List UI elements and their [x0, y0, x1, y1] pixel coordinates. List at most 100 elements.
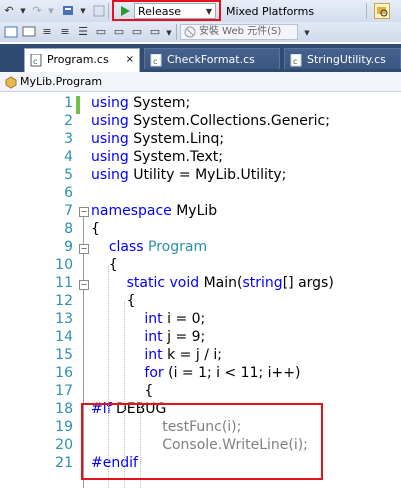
code-token: using — [91, 149, 129, 165]
line-number: 20 — [55, 437, 73, 453]
code-line[interactable]: namespace MyLib — [91, 203, 217, 219]
tab-checkformat-cs[interactable]: c CheckFormat.cs — [144, 48, 280, 69]
code-token: using — [91, 113, 129, 129]
collapse-method-icon[interactable]: − — [79, 280, 89, 290]
bookmark-clear-icon[interactable]: ▭ — [130, 25, 144, 39]
toolbar-overflow-icon[interactable]: ▼ — [300, 26, 314, 40]
install-web-components-label: 安裝 Web 元件(S) — [199, 26, 282, 37]
tab-label: CheckFormat.cs — [167, 53, 255, 66]
line-number: 1 — [64, 95, 73, 111]
platform-value: Mixed Platforms — [226, 5, 315, 18]
changed-line-marker — [76, 96, 80, 114]
svg-text:c: c — [33, 57, 37, 66]
code-line[interactable]: using System.Text; — [91, 149, 223, 165]
tab-program-cs[interactable]: c Program.cs × — [24, 48, 140, 72]
code-token: [] args) — [282, 275, 334, 291]
line-number: 8 — [64, 221, 73, 237]
line-number: 5 — [64, 167, 73, 183]
code-line[interactable]: using System.Collections.Generic; — [91, 113, 330, 129]
code-line[interactable]: static void Main(string[] args) — [91, 275, 334, 291]
outdent-icon[interactable]: ≡ — [58, 25, 72, 39]
line-number: 3 — [64, 131, 73, 147]
code-line[interactable]: { — [91, 293, 136, 309]
code-line[interactable]: int k = j / i; — [91, 347, 222, 363]
svg-text:c: c — [153, 57, 157, 66]
csharp-file-icon: c — [30, 53, 43, 67]
code-line[interactable]: { — [91, 257, 118, 273]
find-in-files-icon[interactable] — [374, 3, 390, 19]
code-token: using — [91, 131, 129, 147]
code-token: k = j / i; — [162, 347, 222, 363]
line-number: 4 — [64, 149, 73, 165]
line-number: 12 — [55, 293, 73, 309]
code-token: namespace — [91, 203, 172, 219]
code-token: { — [91, 293, 136, 309]
bookmark-icon[interactable] — [92, 4, 106, 18]
code-token: int — [144, 347, 163, 363]
indent-icon[interactable]: ≡ — [40, 25, 54, 39]
code-line[interactable]: using Utility = MyLib.Utility; — [91, 167, 286, 183]
code-token: System; — [128, 95, 191, 111]
csharp-file-icon: c — [150, 53, 163, 67]
code-token: int — [144, 329, 163, 345]
window-icon[interactable] — [4, 25, 18, 39]
code-editor[interactable]: 1 using System; 2 using System.Collections.… — [0, 92, 401, 488]
line-number: 2 — [64, 113, 73, 129]
code-token: (i = 1; i < 11; i++) — [163, 365, 301, 381]
toolbar-options-icon[interactable]: ▼ — [162, 26, 176, 40]
line-number: 14 — [55, 329, 73, 345]
code-line[interactable]: { — [91, 221, 100, 237]
code-line[interactable]: using System; — [91, 95, 190, 111]
code-line[interactable]: class Program — [91, 239, 207, 255]
redo-icon[interactable]: ↷ — [30, 4, 44, 18]
tab-label: Program.cs — [47, 53, 109, 66]
code-token: i = 0; — [162, 311, 206, 327]
list-icon[interactable]: ☰ — [76, 25, 90, 39]
solution-platform-select[interactable]: Mixed Platforms — [222, 3, 360, 19]
toolbar-separator — [108, 3, 109, 19]
line-number: 19 — [55, 419, 73, 435]
bookmark-prev-icon[interactable]: ▭ — [112, 25, 126, 39]
line-number: 13 — [55, 311, 73, 327]
navigate-icon[interactable] — [62, 4, 76, 18]
code-token: Program — [148, 239, 208, 255]
line-number: 18 — [55, 401, 73, 417]
close-tab-icon[interactable]: × — [126, 49, 134, 70]
code-token: Utility = MyLib.Utility; — [128, 167, 287, 183]
code-token: MyLib — [171, 203, 218, 219]
collapse-class-icon[interactable]: − — [79, 244, 89, 254]
tab-stringutility-cs[interactable]: c StringUtility.cs — [284, 48, 401, 69]
stop-icon — [184, 26, 196, 43]
collapse-namespace-icon[interactable]: − — [79, 207, 89, 217]
code-token: j = 9; — [162, 329, 206, 345]
code-token: System.Text; — [128, 149, 223, 165]
redo-dropdown-icon[interactable]: ▼ — [44, 4, 58, 18]
bookmark-list-icon[interactable]: ▭ — [148, 25, 162, 39]
line-number: 17 — [55, 383, 73, 399]
code-token: using — [91, 95, 129, 111]
undo-icon[interactable]: ↶ — [2, 4, 16, 18]
code-line[interactable]: for (i = 1; i < 11; i++) — [91, 365, 300, 381]
navigate-dropdown-icon[interactable]: ▼ — [76, 4, 90, 18]
line-number: 21 — [55, 455, 73, 471]
bookmark-next-icon[interactable]: ▭ — [94, 25, 108, 39]
highlight-box — [81, 403, 323, 480]
type-navigation-bar[interactable]: MyLib.Program — [0, 72, 401, 92]
code-line[interactable]: using System.Linq; — [91, 131, 224, 147]
install-web-components-button[interactable]: 安裝 Web 元件(S) — [180, 24, 298, 40]
line-number: 11 — [55, 275, 73, 291]
code-token: System.Linq; — [128, 131, 225, 147]
tab-label: StringUtility.cs — [307, 53, 386, 66]
toolbar-separator — [176, 24, 177, 40]
comment-icon[interactable] — [22, 25, 36, 39]
code-token: void — [169, 275, 200, 291]
svg-text:c: c — [293, 57, 297, 66]
undo-dropdown-icon[interactable]: ▼ — [16, 4, 30, 18]
code-token: { — [91, 221, 100, 237]
line-number: 10 — [55, 257, 73, 273]
code-line[interactable]: { — [91, 383, 153, 399]
